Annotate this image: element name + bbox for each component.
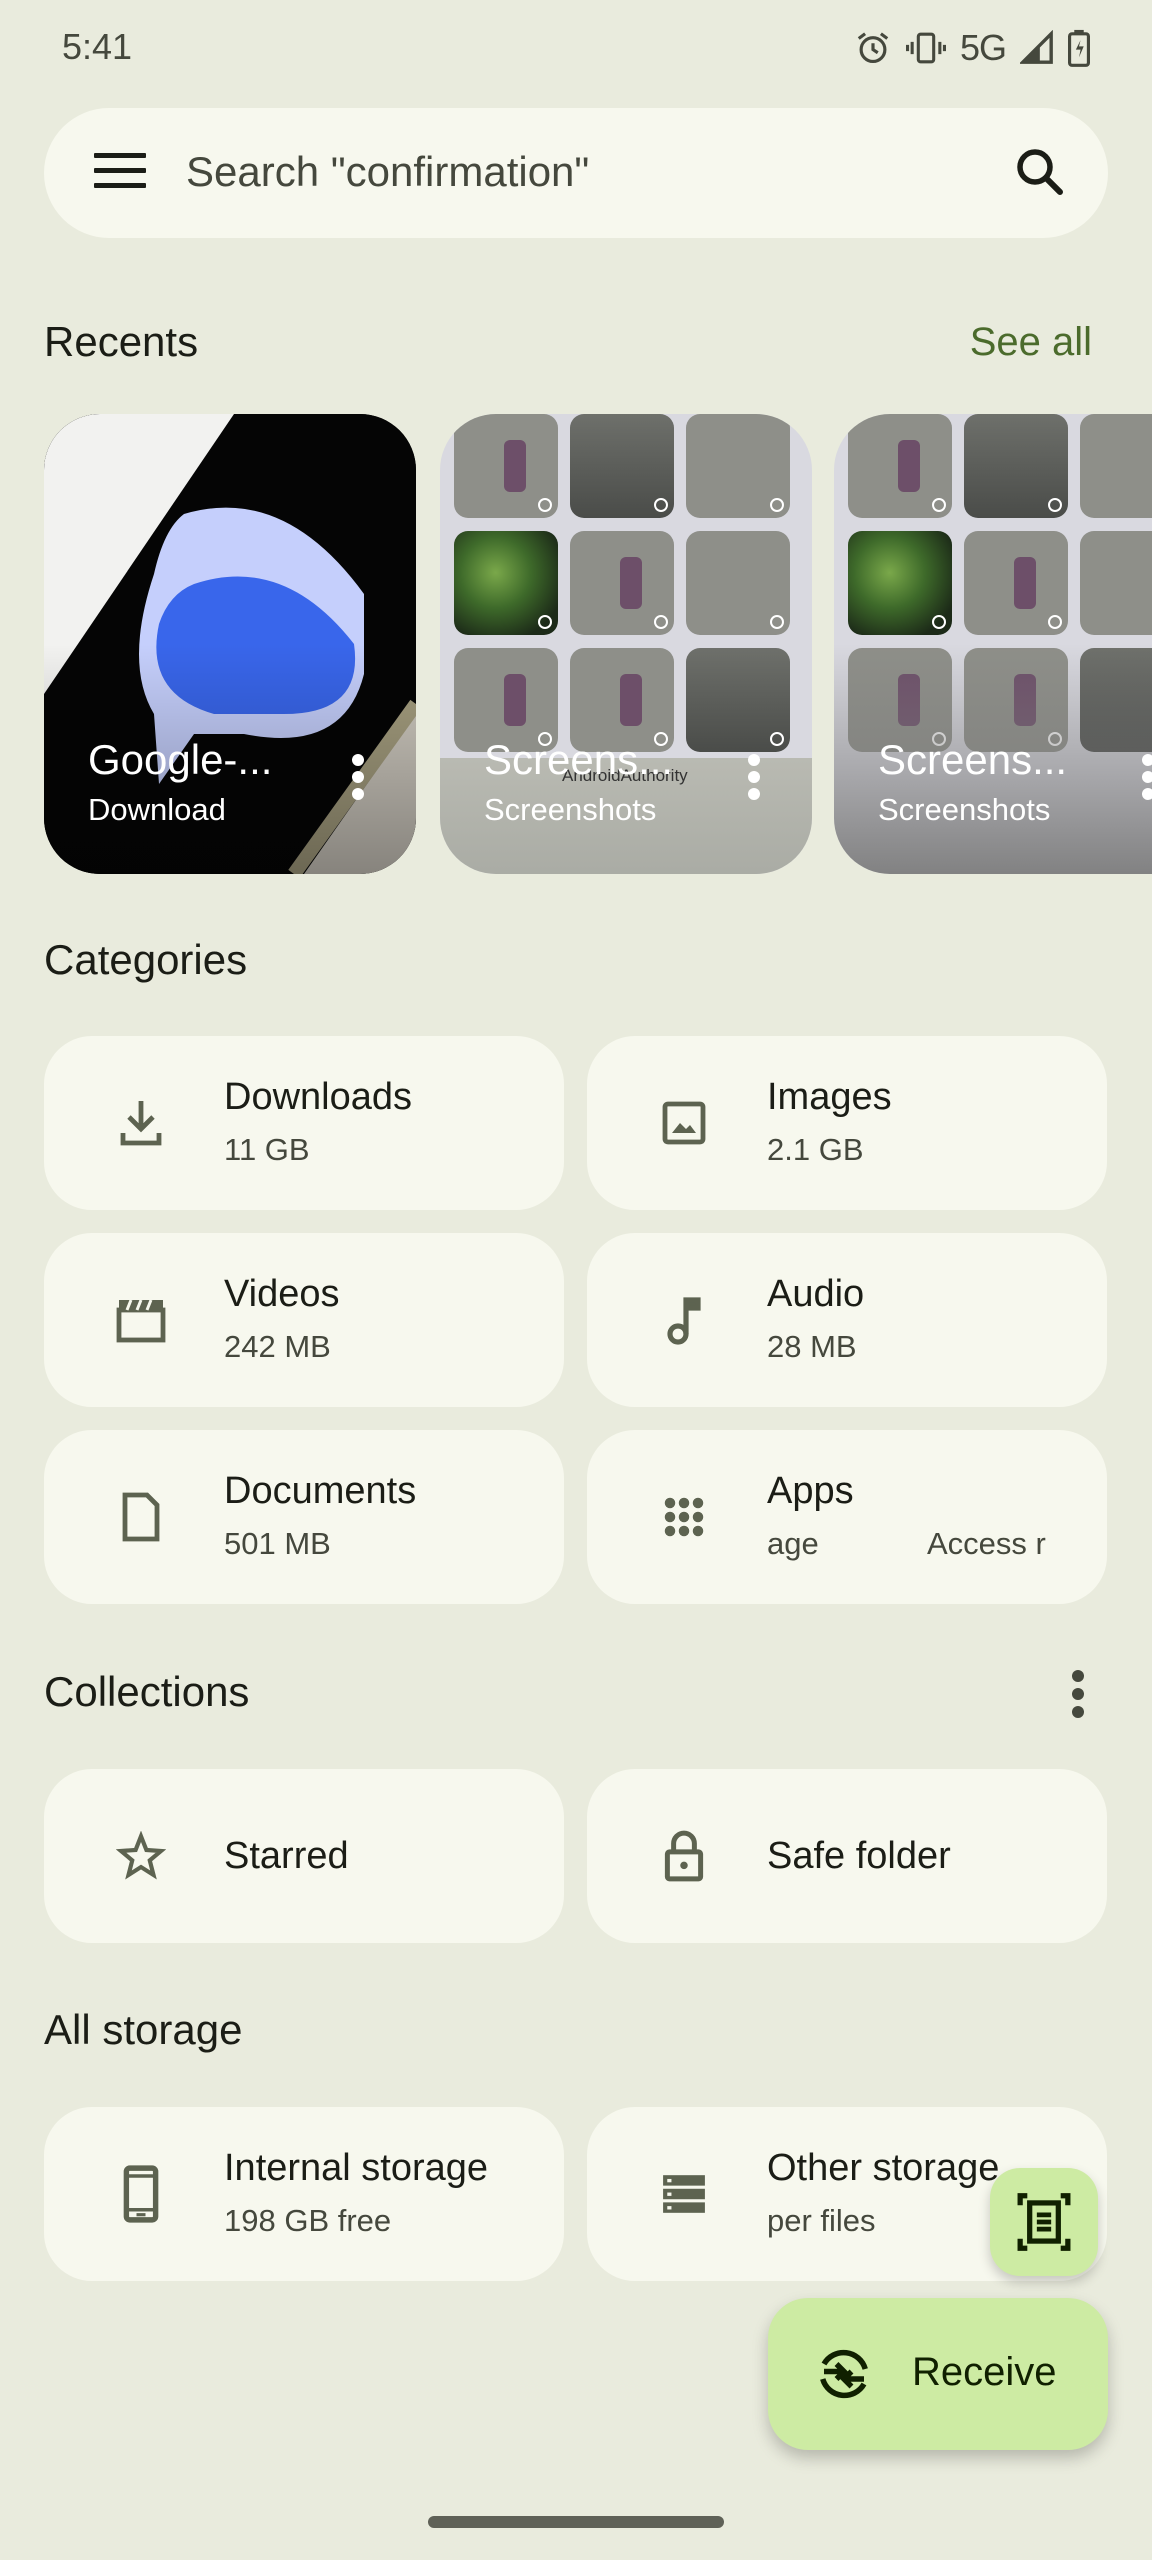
collection-safe-folder[interactable]: Safe folder <box>587 1769 1107 1943</box>
scan-document-button[interactable] <box>990 2168 1098 2276</box>
status-time: 5:41 <box>62 26 133 67</box>
recent-title: Screens... <box>878 736 1068 783</box>
tile-size: 11 GB <box>224 1132 310 1167</box>
search-icon[interactable] <box>1010 142 1070 202</box>
recents-carousel[interactable]: Google-... Download AndroidAuthority Scr… <box>44 414 1152 874</box>
category-documents[interactable]: Documents 501 MB <box>44 1430 564 1604</box>
signal-icon <box>1020 30 1054 66</box>
download-icon <box>106 1088 176 1158</box>
tile-title: Starred <box>224 1835 349 1877</box>
recent-subtitle: Screenshots <box>484 792 657 827</box>
sync-arrows-icon <box>820 2349 868 2399</box>
network-type: 5G <box>959 27 1007 68</box>
category-audio[interactable]: Audio 28 MB <box>587 1233 1107 1407</box>
category-videos[interactable]: Videos 242 MB <box>44 1233 564 1407</box>
collections-title: Collections <box>44 1668 250 1715</box>
recent-item[interactable]: AndroidAuthority Screens... Screenshots <box>440 414 812 874</box>
recent-item[interactable]: Screens... Screenshots <box>834 414 1152 874</box>
tile-title: Videos <box>224 1273 340 1315</box>
category-apps[interactable]: Apps age Access r <box>587 1430 1107 1604</box>
storage-internal[interactable]: Internal storage 198 GB free <box>44 2107 564 2281</box>
movie-icon <box>106 1285 176 1355</box>
storage-icon <box>649 2159 719 2229</box>
tile-size: 28 MB <box>767 1329 857 1364</box>
tile-title: Apps <box>767 1470 854 1512</box>
more-options-icon[interactable] <box>1140 754 1152 804</box>
image-icon <box>649 1088 719 1158</box>
collection-starred[interactable]: Starred <box>44 1769 564 1943</box>
tile-title: Audio <box>767 1273 865 1315</box>
lock-icon <box>649 1821 719 1891</box>
see-all-link[interactable]: See all <box>970 320 1092 365</box>
document-scanner-icon <box>1017 2193 1071 2251</box>
search-input[interactable]: Search "confirmation" <box>186 148 589 196</box>
recent-item[interactable]: Google-... Download <box>44 414 416 874</box>
recents-title: Recents <box>44 318 199 365</box>
search-bar[interactable]: Search "confirmation" <box>44 108 1108 238</box>
vibrate-icon <box>905 29 946 67</box>
all-storage-title: All storage <box>44 2006 243 2053</box>
receive-label: Receive <box>912 2350 1057 2394</box>
star-icon <box>106 1821 176 1891</box>
recent-subtitle: Download <box>88 792 226 827</box>
home-indicator[interactable] <box>428 2516 724 2528</box>
tile-detail: per files <box>767 2203 876 2238</box>
status-icons: 5G <box>854 27 1090 68</box>
more-options-icon[interactable] <box>746 754 762 804</box>
tile-title: Documents <box>224 1470 417 1512</box>
categories-title: Categories <box>44 936 248 983</box>
more-options-icon[interactable] <box>1068 1670 1088 1720</box>
apps-grid-icon <box>649 1482 719 1552</box>
category-downloads[interactable]: Downloads 11 GB <box>44 1036 564 1210</box>
tile-title: Safe folder <box>767 1835 951 1877</box>
status-bar: 5:41 5G <box>0 0 1152 96</box>
tile-title: Internal storage <box>224 2147 489 2189</box>
alarm-icon <box>854 29 892 67</box>
category-images[interactable]: Images 2.1 GB <box>587 1036 1107 1210</box>
tile-size: 242 MB <box>224 1329 331 1364</box>
thumbnail-grid <box>454 414 790 752</box>
hamburger-menu-icon[interactable] <box>94 153 146 193</box>
tile-size: 2.1 GB <box>767 1132 864 1167</box>
tile-detail: 198 GB free <box>224 2203 392 2238</box>
tile-title: Images <box>767 1076 892 1118</box>
tile-marquee-text: Access r <box>927 1526 1046 1561</box>
tile-title: Other storage <box>767 2147 1000 2189</box>
music-note-icon <box>649 1285 719 1355</box>
tile-marquee-text: age <box>767 1526 819 1561</box>
more-options-icon[interactable] <box>350 754 366 804</box>
receive-button[interactable]: Receive <box>768 2298 1108 2450</box>
tile-title: Downloads <box>224 1076 412 1118</box>
phone-icon <box>106 2159 176 2229</box>
battery-charging-icon <box>1068 29 1090 67</box>
recent-title: Screens... <box>484 736 674 783</box>
recent-subtitle: Screenshots <box>878 792 1051 827</box>
tile-size: 501 MB <box>224 1526 331 1561</box>
recent-title: Google-... <box>88 736 273 783</box>
document-icon <box>106 1482 176 1552</box>
